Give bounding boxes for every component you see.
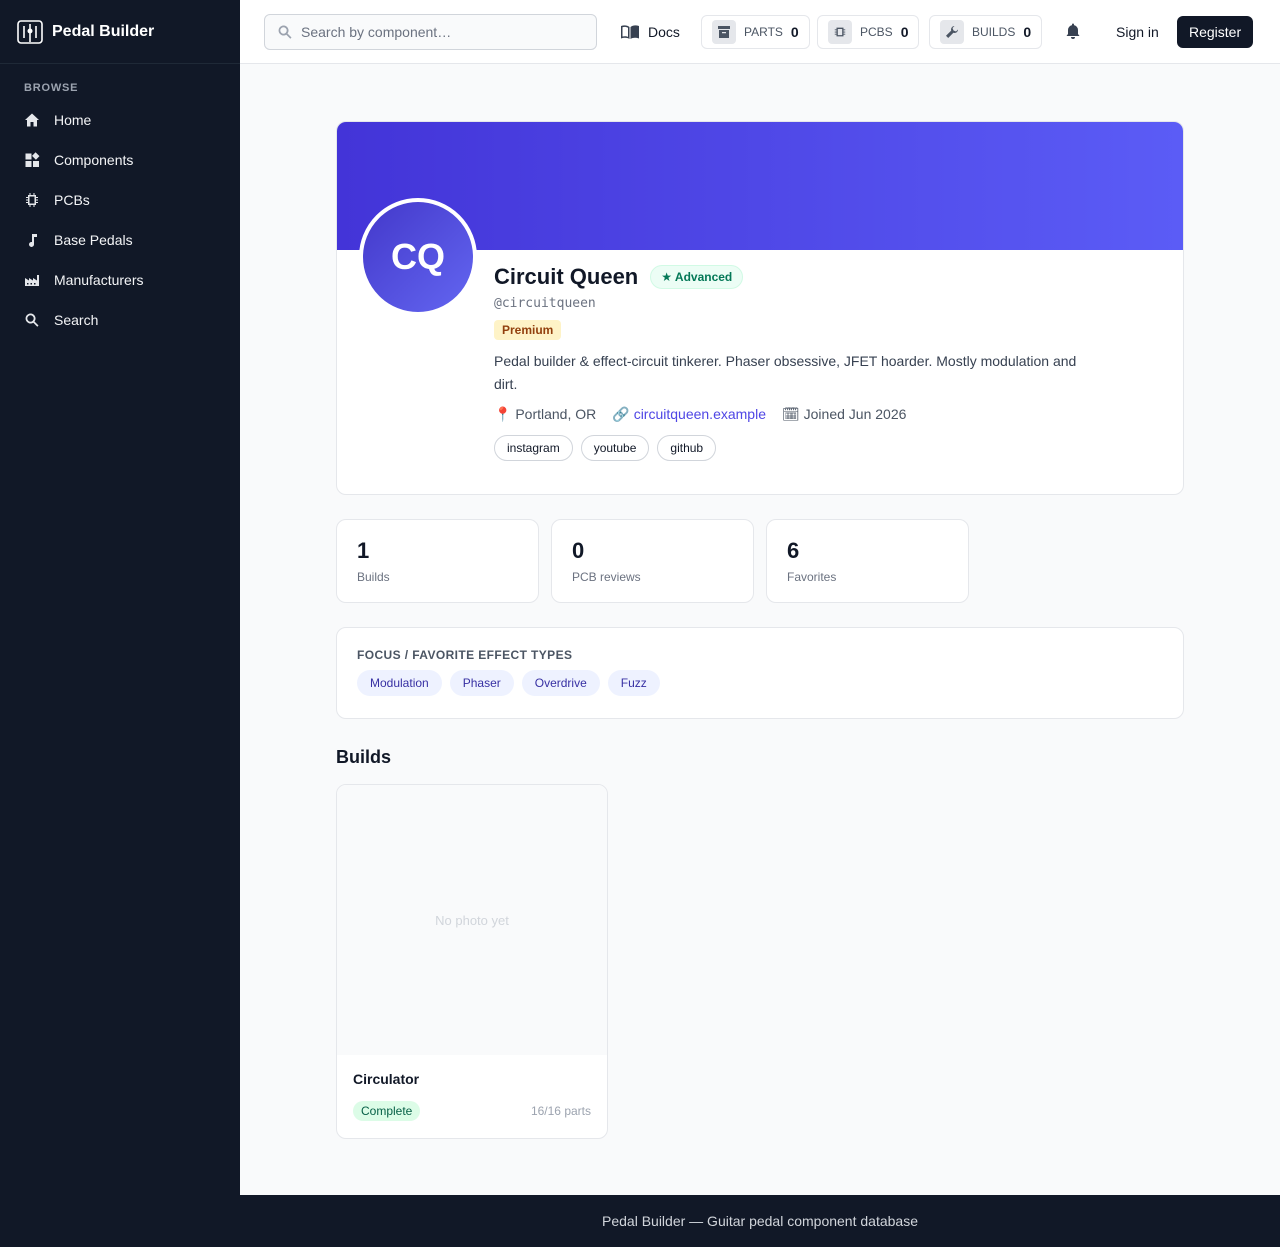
- builds-counter-label: BUILDS: [972, 25, 1016, 39]
- docs-label: Docs: [648, 24, 680, 40]
- brand-name: Pedal Builder: [52, 22, 155, 40]
- stat-label: Builds: [357, 570, 390, 584]
- pedal-logo-icon: [17, 19, 43, 44]
- book-open-icon: [621, 25, 639, 39]
- build-title: Circulator: [353, 1071, 420, 1087]
- stat-label: PCB reviews: [572, 570, 641, 584]
- focus-title: FOCUS / FAVORITE EFFECT TYPES: [357, 648, 573, 662]
- premium-badge: Premium: [494, 320, 562, 340]
- stat-value: 0: [572, 538, 585, 563]
- sidebar-item-label: Home: [54, 112, 92, 128]
- tag-phaser[interactable]: Phaser: [449, 670, 514, 696]
- sidebar-item-home[interactable]: Home: [0, 100, 240, 140]
- sidebar-item-search[interactable]: Search: [0, 300, 240, 340]
- profile-bio: Pedal builder & effect-circuit tinkerer.…: [494, 353, 1077, 392]
- pcbs-counter-value: 0: [900, 24, 909, 40]
- chip-icon: [26, 193, 38, 207]
- search-icon: [25, 313, 39, 327]
- sidebar-item-label: Manufacturers: [54, 272, 144, 288]
- chip-icon: [834, 27, 846, 37]
- factory-icon: [25, 275, 39, 286]
- focus-section: FOCUS / FAVORITE EFFECT TYPES Modulation…: [336, 627, 1184, 719]
- stat-builds: 1 Builds: [336, 519, 539, 603]
- build-card[interactable]: No photo yet Circulator Complete 16/16 p…: [336, 784, 608, 1139]
- stat-value: 6: [787, 538, 800, 563]
- focus-tags: Modulation Phaser Overdrive Fuzz: [357, 670, 1163, 696]
- build-meta-row: Complete 16/16 parts: [353, 1101, 591, 1121]
- tag-modulation[interactable]: Modulation: [357, 670, 442, 696]
- grid-icon: [25, 152, 40, 167]
- pcbs-icon-wrap: [828, 20, 852, 44]
- stat-favorites: 6 Favorites: [766, 519, 969, 603]
- link-icon: 🔗: [612, 406, 630, 422]
- joined-date: 🗓 Joined Jun 2026: [781, 406, 907, 422]
- profile-page: CQ Circuit Queen ★ Advanced @circuitquee…: [336, 121, 1184, 1139]
- parts-count: 16/16 parts: [530, 1104, 591, 1118]
- home-icon: [25, 113, 39, 127]
- builds-counter[interactable]: BUILDS 0: [929, 15, 1043, 49]
- social-instagram[interactable]: instagram: [494, 435, 573, 461]
- builds-heading: Builds: [336, 747, 392, 767]
- sidebar-item-base-pedals[interactable]: Base Pedals: [0, 220, 240, 260]
- stat-label: Favorites: [787, 570, 837, 584]
- sidebar-item-manufacturers[interactable]: Manufacturers: [0, 260, 240, 300]
- topbar: Docs PARTS 0 PCBS 0 BUILDS 0 Sign in Reg…: [240, 0, 1280, 64]
- sidebar-item-label: Search: [54, 312, 99, 328]
- sidebar-item-pcbs[interactable]: PCBs: [0, 180, 240, 220]
- bell-icon: [1066, 23, 1080, 39]
- parts-icon-wrap: [712, 20, 736, 44]
- sign-in-link[interactable]: Sign in: [1108, 16, 1167, 48]
- stat-pcb-reviews: 0 PCB reviews: [551, 519, 754, 603]
- stats-row: 1 Builds 0 PCB reviews 6 Favorites: [336, 519, 1184, 603]
- website-link[interactable]: circuitqueen.example: [634, 406, 766, 422]
- builds-icon-wrap: [940, 20, 964, 44]
- website-wrap: 🔗 circuitqueen.example: [612, 406, 766, 423]
- social-links: instagram youtube github: [494, 435, 1094, 461]
- search-box[interactable]: [264, 14, 597, 50]
- profile-card: CQ Circuit Queen ★ Advanced @circuitquee…: [336, 121, 1184, 495]
- docs-link[interactable]: Docs: [620, 14, 680, 50]
- status-badge: Complete: [353, 1101, 421, 1121]
- sidebar-item-label: Components: [54, 152, 134, 168]
- level-badge: ★ Advanced: [650, 265, 744, 289]
- sidebar-section-title: BROWSE: [24, 82, 79, 94]
- register-button[interactable]: Register: [1177, 16, 1254, 48]
- pcbs-counter[interactable]: PCBS 0: [817, 15, 920, 49]
- build-photo-placeholder: No photo yet: [337, 785, 607, 1055]
- pcbs-counter-label: PCBS: [860, 25, 893, 39]
- brand[interactable]: Pedal Builder: [0, 0, 240, 64]
- sidebar-item-label: Base Pedals: [54, 232, 133, 248]
- social-github[interactable]: github: [657, 435, 717, 461]
- parts-counter-label: PARTS: [744, 25, 783, 39]
- tag-overdrive[interactable]: Overdrive: [521, 670, 600, 696]
- sidebar-item-label: PCBs: [54, 192, 90, 208]
- parts-counter[interactable]: PARTS 0: [701, 15, 810, 49]
- wrench-icon: [946, 26, 958, 38]
- social-youtube[interactable]: youtube: [580, 435, 650, 461]
- profile-handle: @circuitqueen: [494, 296, 596, 311]
- tag-fuzz[interactable]: Fuzz: [607, 670, 660, 696]
- parts-counter-value: 0: [790, 24, 799, 40]
- footer: Pedal Builder — Guitar pedal component d…: [240, 1195, 1280, 1247]
- location: 📍 Portland, OR: [494, 406, 597, 422]
- notifications-button[interactable]: [1064, 22, 1084, 42]
- search-input[interactable]: [301, 24, 581, 40]
- name-row: Circuit Queen ★ Advanced: [494, 264, 1094, 290]
- profile-info: Circuit Queen ★ Advanced @circuitqueen P…: [494, 264, 1094, 461]
- builds-counter-value: 0: [1023, 24, 1032, 40]
- sidebar-item-components[interactable]: Components: [0, 140, 240, 180]
- stat-value: 1: [357, 538, 370, 563]
- sidebar: Pedal Builder BROWSE Home Components PCB…: [0, 0, 240, 1247]
- footer-text: Pedal Builder — Guitar pedal component d…: [602, 1213, 918, 1229]
- search-icon: [278, 25, 292, 39]
- profile-name: Circuit Queen: [494, 264, 639, 289]
- avatar: CQ: [359, 198, 477, 316]
- music-note-icon: [29, 234, 37, 247]
- box-icon: [718, 26, 730, 38]
- profile-meta: 📍 Portland, OR 🔗 circuitqueen.example 🗓 J…: [494, 406, 1094, 423]
- build-card-body: Circulator Complete 16/16 parts: [337, 1055, 607, 1137]
